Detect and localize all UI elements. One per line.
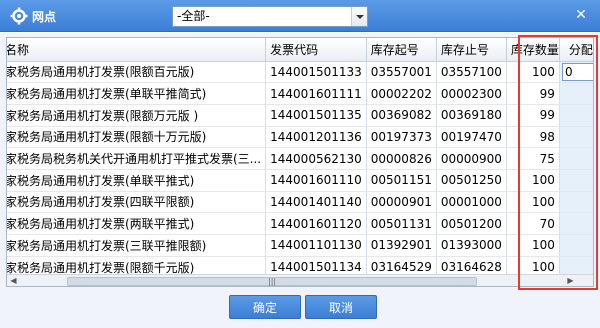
table-row[interactable]: 家税务局通用机打发票(三联平推限额) 144001101130 01392901… xyxy=(7,234,593,257)
cell-name: 家税务局通用机打发票(四联平限额) xyxy=(7,191,267,214)
cell-end: 03557100 xyxy=(436,61,507,84)
table-row[interactable]: 家税务局通用机打发票(两联平推式) 144001601120 00501131 … xyxy=(7,212,593,235)
cell-end: 00001000 xyxy=(436,191,507,214)
cell-name: 家税务局通用机打发票(单联平推式) xyxy=(7,169,267,192)
table-row[interactable]: 家税务局通用机打发票(限额十万元版) 144001201136 00197373… xyxy=(7,126,593,149)
chevron-down-icon[interactable] xyxy=(351,7,367,26)
cell-end: 01393000 xyxy=(436,234,507,257)
cell-start: 00369082 xyxy=(366,104,437,127)
grip-icon: ||| xyxy=(268,277,277,286)
cell-code: 144000562130 xyxy=(265,147,367,170)
cell-start: 03557001 xyxy=(366,61,437,84)
title-bar: 网点 -全部- ✕ xyxy=(0,0,600,32)
column-highlight xyxy=(518,35,598,290)
cell-start: 00501131 xyxy=(366,212,437,235)
cancel-button[interactable]: 取消 xyxy=(305,295,377,319)
cell-start: 00000901 xyxy=(366,191,437,214)
invoice-table: 名称 发票代码 库存起号 库存止号 库存数量 分配数量* 家税务局通用机打发票(… xyxy=(7,38,593,279)
cell-start: 00002202 xyxy=(366,82,437,105)
cell-code: 144001101130 xyxy=(265,234,367,257)
cell-end: 00369180 xyxy=(436,104,507,127)
gear-icon xyxy=(10,7,28,25)
column-header-start[interactable]: 库存起号 xyxy=(366,38,437,62)
cell-start: 00197373 xyxy=(366,126,437,149)
cell-code: 144001401140 xyxy=(265,191,367,214)
scroll-left-icon[interactable]: ◀ xyxy=(7,275,20,286)
cell-end: 00501200 xyxy=(436,212,507,235)
scrollbar-thumb[interactable]: ||| xyxy=(67,277,477,286)
ok-button[interactable]: 确定 xyxy=(229,295,301,319)
cell-end: 00197470 xyxy=(436,126,507,149)
cell-start: 00000826 xyxy=(366,147,437,170)
window-title: 网点 xyxy=(32,10,57,24)
table-header-row: 名称 发票代码 库存起号 库存止号 库存数量 分配数量* xyxy=(7,38,593,62)
cell-name: 家税务局通用机打发票(限额万元版 ) xyxy=(7,104,267,127)
table-row[interactable]: 家税务局通用机打发票(单联平推式) 144001601110 00501151 … xyxy=(7,169,593,192)
column-header-name[interactable]: 名称 xyxy=(7,38,267,62)
cell-code: 144001601111 xyxy=(265,82,367,105)
close-button[interactable]: ✕ xyxy=(572,6,590,24)
column-header-code[interactable]: 发票代码 xyxy=(265,38,367,62)
cell-code: 144001201136 xyxy=(265,126,367,149)
cell-name: 家税务局通用机打发票(限额十万元版) xyxy=(7,126,267,149)
table-row[interactable]: 家税务局通用机打发票(四联平限额) 144001401140 00000901 … xyxy=(7,191,593,214)
cell-code: 144001601110 xyxy=(265,169,367,192)
cell-name: 家税务局税务机关代开通用机打平推式发票(三... xyxy=(7,147,267,170)
cell-end: 00501250 xyxy=(436,169,507,192)
cell-start: 01392901 xyxy=(366,234,437,257)
filter-select[interactable]: -全部- xyxy=(172,6,368,27)
table-row[interactable]: 家税务局税务机关代开通用机打平推式发票(三... 144000562130 00… xyxy=(7,147,593,170)
cell-name: 家税务局通用机打发票(两联平推式) xyxy=(7,212,267,235)
column-header-end[interactable]: 库存止号 xyxy=(436,38,507,62)
cell-code: 144001501133 xyxy=(265,61,367,84)
data-grid: 名称 发票代码 库存起号 库存止号 库存数量 分配数量* 家税务局通用机打发票(… xyxy=(6,37,594,287)
cell-name: 家税务局通用机打发票(三联平推限额) xyxy=(7,234,267,257)
cell-name: 家税务局通用机打发票(限额百元版) xyxy=(7,61,267,84)
table-row[interactable]: 家税务局通用机打发票(限额万元版 ) 144001501135 00369082… xyxy=(7,104,593,127)
cell-end: 00002300 xyxy=(436,82,507,105)
table-row[interactable]: 家税务局通用机打发票(限额百元版) 144001501133 03557001 … xyxy=(7,61,593,84)
table-row[interactable]: 家税务局通用机打发票(单联平推简式) 144001601111 00002202… xyxy=(7,82,593,105)
horizontal-scrollbar[interactable]: ◀ ||| ▶ xyxy=(7,274,577,286)
cell-end: 00000900 xyxy=(436,147,507,170)
cell-code: 144001501135 xyxy=(265,104,367,127)
cell-start: 00501151 xyxy=(366,169,437,192)
filter-select-value: -全部- xyxy=(177,9,210,23)
cell-code: 144001601120 xyxy=(265,212,367,235)
cell-name: 家税务局通用机打发票(单联平推简式) xyxy=(7,82,267,105)
